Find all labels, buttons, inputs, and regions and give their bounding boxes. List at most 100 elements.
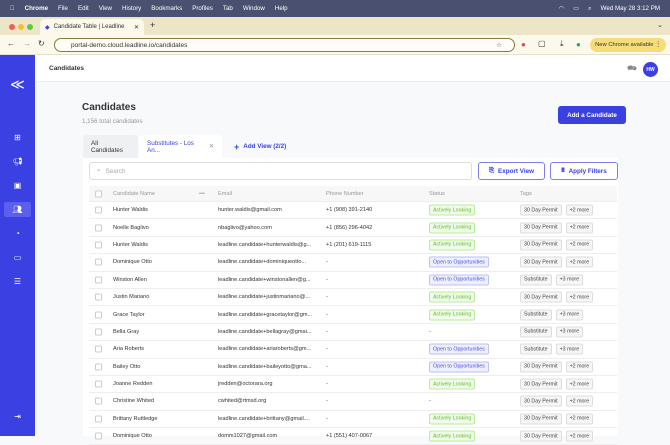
row-checkbox[interactable]: [95, 241, 102, 249]
table-row[interactable]: Noelle Baglivo nbaglivo@yahoo.com +1 (85…: [89, 219, 617, 237]
tab-list-button[interactable]: ⌄: [657, 21, 663, 29]
table-row[interactable]: Bailey Otto leadline.candidate+baileyott…: [89, 359, 617, 376]
candidate-name[interactable]: Dominique Otto: [113, 433, 152, 439]
menu-edit[interactable]: Edit: [78, 5, 89, 12]
menu-profiles[interactable]: Profiles: [192, 5, 213, 12]
list-icon[interactable]: ☰: [10, 274, 25, 289]
col-name[interactable]: Candidate Name: [113, 191, 155, 197]
tab-all-candidates[interactable]: All Candidates: [83, 135, 138, 158]
candidate-name[interactable]: Christine Whited: [113, 398, 154, 404]
more-tags-badge[interactable]: +2 more: [565, 291, 594, 303]
candidate-name[interactable]: Bella Gray: [113, 329, 139, 335]
more-tags-badge[interactable]: +2 more: [565, 430, 594, 442]
search-input[interactable]: ⌕ Search: [89, 162, 472, 180]
forward-icon[interactable]: →: [23, 39, 31, 48]
download-icon[interactable]: ⤓: [560, 39, 564, 49]
profile-icon[interactable]: ●: [576, 40, 581, 49]
row-checkbox[interactable]: [95, 380, 102, 388]
row-checkbox[interactable]: [95, 206, 102, 214]
col-status[interactable]: Status: [429, 191, 445, 197]
candidate-name[interactable]: Noelle Baglivo: [113, 225, 149, 231]
candidate-name[interactable]: Hunter Waldis: [113, 242, 148, 248]
add-candidate-button[interactable]: Add a Candidate: [558, 106, 626, 124]
more-tags-badge[interactable]: +2 more: [565, 204, 594, 216]
table-row[interactable]: Grace Taylor leadline.candidate+gracetay…: [89, 306, 617, 324]
row-checkbox[interactable]: [95, 311, 102, 319]
more-tags-badge[interactable]: +2 more: [565, 413, 594, 425]
close-tab-icon[interactable]: ✕: [134, 24, 139, 31]
datetime[interactable]: Wed May 28 3:12 PM: [601, 5, 660, 12]
row-checkbox[interactable]: [95, 293, 102, 301]
leadline-logo-icon[interactable]: ≪: [10, 76, 25, 92]
column-menu-icon[interactable]: •••: [199, 191, 205, 197]
candidate-name[interactable]: Bailey Otto: [113, 364, 140, 370]
apply-filters-button[interactable]: ⩩ Apply Filters: [550, 162, 618, 180]
menu-view[interactable]: View: [99, 5, 112, 12]
row-checkbox[interactable]: [95, 258, 102, 266]
row-checkbox[interactable]: [95, 432, 102, 440]
table-row[interactable]: Christine Whited cwhited@rtmsd.org - - 3…: [89, 393, 617, 411]
table-row[interactable]: Dominique Otto domm1027@gmail.com +1 (55…: [89, 428, 617, 445]
table-row[interactable]: Hunter Waldis hunter.waldis@gmail.com +1…: [89, 202, 617, 220]
new-chrome-available-button[interactable]: New Chrome available ⋮: [590, 38, 666, 52]
url-text[interactable]: portal-demo.cloud.leadline.io/candidates: [71, 42, 187, 49]
row-checkbox[interactable]: [95, 415, 102, 423]
table-row[interactable]: Aria Roberts leadline.candidate+ariarobe…: [89, 341, 617, 359]
zoom-window-button[interactable]: [27, 24, 33, 30]
menu-file[interactable]: File: [58, 5, 68, 12]
reload-icon[interactable]: ↻: [38, 39, 45, 48]
candidate-name[interactable]: Aria Roberts: [113, 346, 144, 352]
extensions-puzzle-icon[interactable]: ▢: [538, 39, 546, 48]
table-row[interactable]: Justin Mariano leadline.candidate+justin…: [89, 289, 617, 307]
briefcase-icon[interactable]: ▣: [10, 178, 25, 193]
browser-tab[interactable]: ◆ Candidate Table | Leadline ✕: [40, 19, 144, 35]
avatar[interactable]: HW: [643, 62, 658, 77]
export-view-button[interactable]: ⎘ Export View: [478, 162, 545, 180]
row-checkbox[interactable]: [95, 276, 102, 284]
more-tags-badge[interactable]: +2 more: [565, 395, 594, 407]
candidate-name[interactable]: Justin Mariano: [113, 294, 149, 300]
dashboard-icon[interactable]: ⊞: [10, 130, 25, 145]
close-window-button[interactable]: [9, 24, 15, 30]
minimize-window-button[interactable]: [18, 24, 24, 30]
menu-window[interactable]: Window: [243, 5, 265, 12]
add-view-button[interactable]: + Add View (2/2): [226, 135, 294, 158]
more-tags-badge[interactable]: +2 more: [565, 378, 594, 390]
row-checkbox[interactable]: [95, 363, 102, 371]
messages-icon[interactable]: ▭: [10, 250, 25, 265]
bookmark-star-icon[interactable]: ☆: [496, 41, 502, 49]
candidate-name[interactable]: Winston Allen: [113, 277, 147, 283]
candidate-name[interactable]: Grace Taylor: [113, 312, 145, 318]
address-bar[interactable]: portal-demo.cloud.leadline.io/candidates…: [54, 38, 515, 52]
candidate-name[interactable]: Joanne Redden: [113, 381, 153, 387]
extension-icon[interactable]: ●: [521, 40, 526, 49]
menu-app[interactable]: Chrome: [25, 5, 48, 12]
table-row[interactable]: Bella Gray leadline.candidate+bellagray@…: [89, 324, 617, 342]
table-row[interactable]: Joanne Redden jredden@octorara.org - Act…: [89, 376, 617, 394]
menu-tab[interactable]: Tab: [223, 5, 233, 12]
more-tags-badge[interactable]: +2 more: [565, 361, 594, 373]
wifi-icon[interactable]: ◠: [559, 5, 564, 12]
new-tab-button[interactable]: +: [150, 20, 155, 30]
more-tags-badge[interactable]: +2 more: [565, 222, 594, 234]
megaphone-icon[interactable]: 📢︎: [10, 154, 25, 169]
row-checkbox[interactable]: [95, 328, 102, 336]
search-icon[interactable]: ⌕: [588, 5, 591, 13]
table-row[interactable]: Winston Allen leadline.candidate+winston…: [89, 272, 617, 289]
table-row[interactable]: Dominique Otto leadline.candidate+domini…: [89, 254, 617, 272]
analytics-icon[interactable]: ◔: [10, 226, 25, 241]
row-checkbox[interactable]: [95, 345, 102, 353]
more-tags-badge[interactable]: +2 more: [565, 256, 594, 268]
close-view-icon[interactable]: ✕: [209, 143, 214, 150]
select-all-checkbox[interactable]: [95, 190, 102, 197]
more-tags-badge[interactable]: +3 more: [555, 326, 584, 338]
col-phone[interactable]: Phone Number: [326, 191, 364, 197]
menu-bookmarks[interactable]: Bookmarks: [151, 5, 182, 12]
more-tags-badge[interactable]: +3 more: [555, 343, 584, 355]
more-tags-badge[interactable]: +2 more: [565, 239, 594, 251]
more-tags-badge[interactable]: +3 more: [555, 274, 584, 286]
col-email[interactable]: Email: [218, 191, 232, 197]
table-row[interactable]: Hunter Waldis leadline.candidate+hunterw…: [89, 237, 617, 255]
candidate-name[interactable]: Dominique Otto: [113, 259, 152, 265]
table-row[interactable]: Brittany Ruttledge leadline.candidate+br…: [89, 411, 617, 429]
